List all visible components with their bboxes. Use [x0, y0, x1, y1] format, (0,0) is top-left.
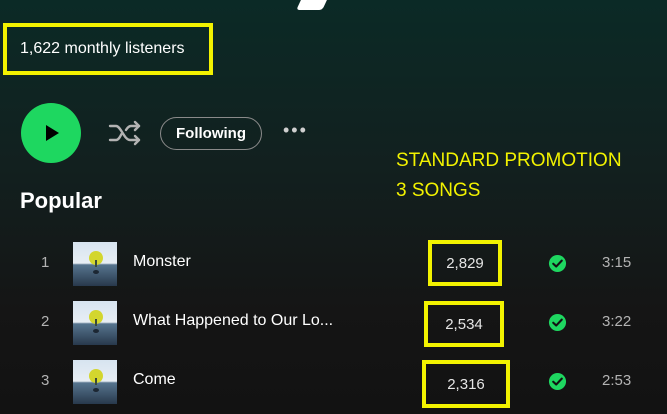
- track-duration: 3:22: [602, 313, 632, 330]
- track-row[interactable]: 3 Come 2,316 2:53: [0, 358, 667, 408]
- saved-check-icon[interactable]: [548, 313, 567, 332]
- track-title[interactable]: Monster: [133, 253, 191, 271]
- promotion-annotation: STANDARD PROMOTION 3 SONGS: [396, 146, 622, 206]
- track-rank: 1: [41, 254, 50, 271]
- promotion-annotation-line2: 3 SONGS: [396, 180, 481, 201]
- plays-highlight-box: 2,316: [422, 360, 510, 408]
- plays-highlight-box: 2,534: [424, 301, 504, 347]
- following-button[interactable]: Following: [160, 117, 262, 150]
- track-plays: 2,534: [445, 315, 483, 333]
- track-row[interactable]: 2 What Happened to Our Lo... 2,534 3:22: [0, 299, 667, 349]
- track-title[interactable]: What Happened to Our Lo...: [133, 312, 333, 330]
- track-cover-art: [73, 242, 117, 286]
- track-rank: 3: [41, 372, 50, 389]
- track-row[interactable]: 1 Monster 2,829 3:15: [0, 240, 667, 290]
- more-options-icon[interactable]: •••: [283, 120, 308, 141]
- track-cover-art: [73, 301, 117, 345]
- track-title[interactable]: Come: [133, 371, 176, 389]
- track-plays: 2,316: [447, 375, 485, 393]
- saved-check-icon[interactable]: [548, 254, 567, 273]
- play-button[interactable]: [21, 103, 81, 163]
- promotion-annotation-line1: STANDARD PROMOTION: [396, 150, 622, 171]
- track-cover-art: [73, 360, 117, 404]
- monthly-listeners: 1,622 monthly listeners: [20, 40, 185, 57]
- section-title-popular: Popular: [20, 188, 102, 213]
- track-rank: 2: [41, 313, 50, 330]
- track-duration: 3:15: [602, 254, 632, 271]
- track-duration: 2:53: [602, 372, 632, 389]
- plays-highlight-box: 2,829: [428, 240, 502, 286]
- track-plays: 2,829: [446, 254, 484, 272]
- play-icon: [46, 125, 59, 141]
- artist-name-fragment: [296, 0, 330, 10]
- saved-check-icon[interactable]: [548, 372, 567, 391]
- shuffle-icon[interactable]: [107, 118, 143, 148]
